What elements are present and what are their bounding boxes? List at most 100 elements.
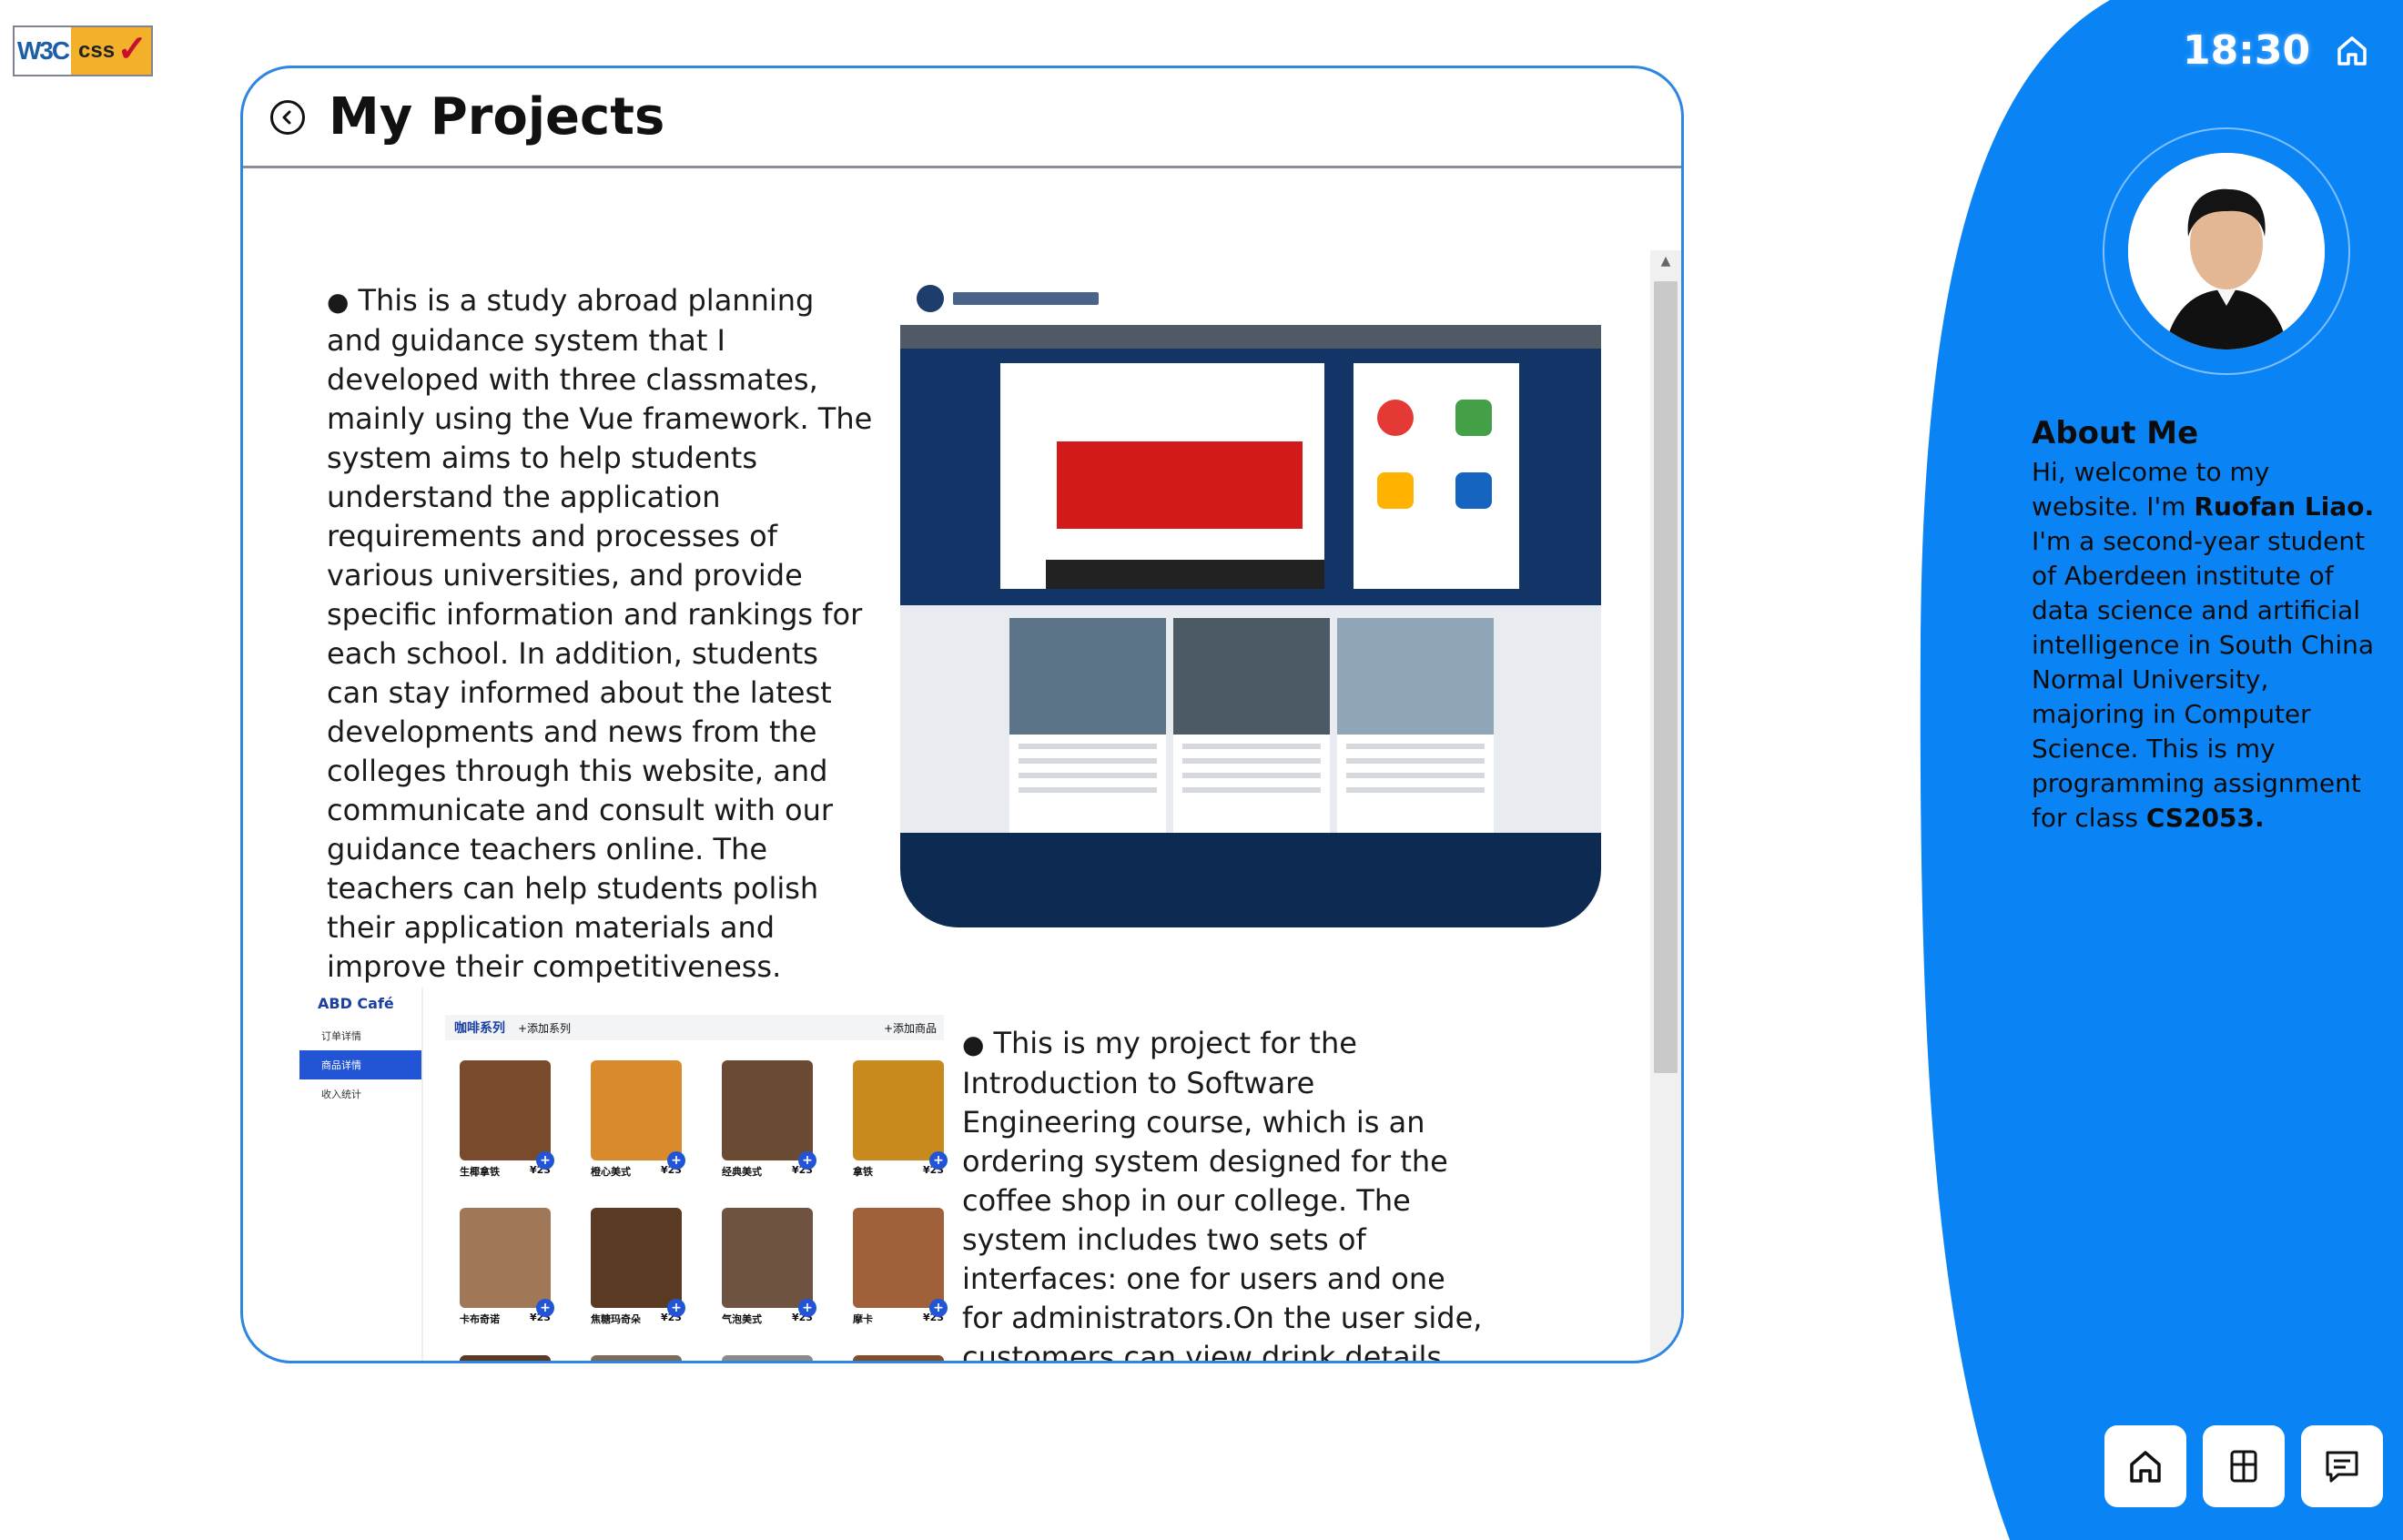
- home-icon: [2130, 1451, 2161, 1483]
- product-item: + 经典美式 ¥23: [722, 1060, 816, 1180]
- grid-icon: [2230, 1450, 2257, 1483]
- product-item: + 拿铁 ¥23: [853, 1060, 948, 1180]
- product-photo: [722, 1355, 813, 1361]
- project-2-screenshot: ABD Café 订单详情 商品详情 收入统计 咖啡系列 +添加系列 +添加商品…: [299, 988, 962, 1361]
- product-item: [853, 1355, 944, 1361]
- cafe-sidebar: ABD Café 订单详情 商品详情 收入统计: [299, 988, 423, 1361]
- coffee-tab: 咖啡系列: [454, 1021, 505, 1036]
- product-label: 橙心美式 ¥23: [591, 1164, 682, 1179]
- about-me-section: About Me Hi, welcome to my website. I'm …: [2032, 415, 2378, 836]
- news-card: [1009, 618, 1166, 836]
- scrollbar-thumb[interactable]: [1654, 281, 1678, 1073]
- product-label: 生椰拿铁 ¥23: [460, 1164, 551, 1179]
- cafe-menu-item: 收入统计: [321, 1089, 361, 1100]
- product-label: 摩卡 ¥23: [853, 1312, 944, 1326]
- visa-icon: [1455, 472, 1492, 509]
- product-name: 焦糖玛奇朵: [591, 1313, 641, 1325]
- site-hero: [900, 349, 1601, 605]
- about-text: Hi, welcome to my website. I'm Ruofan Li…: [2032, 457, 2375, 833]
- w3c-logo: W3C: [15, 27, 71, 75]
- project-2-description: ● This is my project for the Introduction…: [962, 1026, 1483, 1361]
- target-icon: [1377, 400, 1414, 436]
- bullet-icon: ●: [327, 287, 350, 317]
- css-label: css ✓: [71, 27, 151, 75]
- chart-icon: [1455, 400, 1492, 436]
- product-photo: [853, 1208, 944, 1308]
- cafe-tabs: 咖啡系列 +添加系列 +添加商品: [445, 1015, 944, 1040]
- product-item: + 焦糖玛奇朵 ¥23: [591, 1208, 685, 1328]
- product-photo: [460, 1060, 551, 1160]
- add-to-cart-icon: +: [929, 1151, 948, 1170]
- dock-home-button[interactable]: [2104, 1425, 2186, 1507]
- product-photo: [853, 1060, 944, 1160]
- about-name: Ruofan Liao.: [2194, 491, 2375, 522]
- add-to-cart-icon: +: [929, 1299, 948, 1317]
- checkmark-icon: ✓: [117, 29, 147, 69]
- product-grid: + 生椰拿铁 ¥23 + 橙心美式 ¥23 + 经典美式 ¥23 + 拿铁 ¥23 + 卡布奇诺 ¥23 + 焦…: [460, 1060, 948, 1361]
- projects-scroll-area[interactable]: ● This is a study abroad planning and gui…: [243, 168, 1681, 1361]
- cafe-menu-item-active: 商品详情: [299, 1050, 421, 1079]
- add-to-cart-icon: +: [667, 1151, 685, 1170]
- cafe-menu-item: 订单详情: [321, 1030, 361, 1042]
- add-to-cart-icon: +: [798, 1299, 816, 1317]
- product-name: 生椰拿铁: [460, 1166, 500, 1178]
- site-footer: [900, 833, 1601, 927]
- dock-grid-button[interactable]: [2203, 1425, 2285, 1507]
- product-item: + 橙心美式 ¥23: [591, 1060, 685, 1180]
- about-class: CS2053.: [2145, 803, 2265, 833]
- card-header: My Projects: [243, 68, 1681, 168]
- product-name: 橙心美式: [591, 1166, 631, 1178]
- product-item: [591, 1355, 682, 1361]
- product-name: 卡布奇诺: [460, 1313, 500, 1325]
- exam-icon: [1377, 472, 1414, 509]
- product-item: + 摩卡 ¥23: [853, 1208, 948, 1328]
- product-photo: [460, 1208, 551, 1308]
- slide-banner: [1057, 441, 1303, 529]
- product-name: 拿铁: [853, 1166, 873, 1178]
- cafe-brand: ABD Café: [318, 995, 394, 1012]
- bullet-icon: ●: [962, 1029, 985, 1059]
- product-item: + 卡布奇诺 ¥23: [460, 1208, 554, 1328]
- back-arrow-icon[interactable]: [270, 99, 305, 135]
- avatar: [2128, 153, 2325, 350]
- product-name: 摩卡: [853, 1313, 873, 1325]
- slide-caption: [1046, 560, 1324, 589]
- product-photo: [591, 1355, 682, 1361]
- vertical-scrollbar[interactable]: ▲: [1650, 250, 1681, 1361]
- university-logo: [917, 285, 944, 312]
- about-title: About Me: [2032, 415, 2199, 451]
- add-to-cart-icon: +: [536, 1299, 554, 1317]
- site-header: [900, 272, 1601, 325]
- product-item: + 生椰拿铁 ¥23: [460, 1060, 554, 1180]
- product-photo: [722, 1208, 813, 1308]
- product-label: 气泡美式 ¥23: [722, 1312, 813, 1326]
- home-icon[interactable]: [2334, 33, 2370, 69]
- css-text: css: [78, 38, 116, 63]
- dock-message-button[interactable]: [2301, 1425, 2383, 1507]
- product-photo: [722, 1060, 813, 1160]
- add-product-label: +添加商品: [883, 1021, 937, 1035]
- product-label: 焦糖玛奇朵 ¥23: [591, 1312, 682, 1326]
- add-to-cart-icon: +: [536, 1151, 554, 1170]
- product-photo: [591, 1208, 682, 1308]
- product-item: [460, 1355, 551, 1361]
- projects-card: My Projects ● This is a study abroad plan…: [240, 66, 1684, 1363]
- product-label: 拿铁 ¥23: [853, 1164, 944, 1179]
- add-series-label: +添加系列: [518, 1021, 572, 1035]
- scroll-up-icon[interactable]: ▲: [1650, 250, 1681, 272]
- product-photo: [591, 1060, 682, 1160]
- clock: 18:30: [2183, 27, 2311, 74]
- product-name: 经典美式: [722, 1166, 762, 1178]
- product-photo: [460, 1355, 551, 1361]
- news-card: [1173, 618, 1330, 836]
- w3c-css-badge[interactable]: W3C css ✓: [13, 25, 153, 76]
- university-name: [953, 292, 1099, 305]
- add-to-cart-icon: +: [798, 1151, 816, 1170]
- news-slide: [1000, 363, 1324, 589]
- project-1-screenshot: [900, 272, 1601, 927]
- product-item: + 气泡美式 ¥23: [722, 1208, 816, 1328]
- message-icon: [2326, 1451, 2358, 1483]
- site-nav: [900, 325, 1601, 349]
- add-to-cart-icon: +: [667, 1299, 685, 1317]
- tools-panel: [1354, 363, 1519, 589]
